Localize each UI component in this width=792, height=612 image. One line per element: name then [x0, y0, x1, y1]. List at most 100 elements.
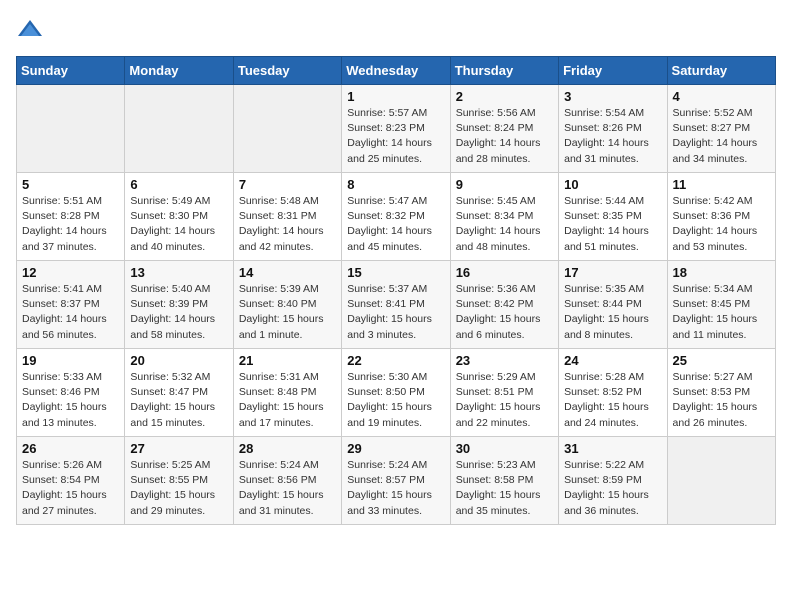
calendar-cell: 22Sunrise: 5:30 AM Sunset: 8:50 PM Dayli… [342, 349, 450, 437]
calendar-cell: 31 Sunrise: 5:22 AM Sunset: 8:59 PM Dayli… [559, 437, 667, 525]
day-info: Sunrise: 5:56 AM Sunset: 8:24 PM Dayligh… [456, 106, 553, 167]
day-number: 19 [22, 353, 119, 368]
calendar-week-4: 19Sunrise: 5:33 AM Sunset: 8:46 PM Dayli… [17, 349, 776, 437]
day-info: Sunrise: 5:22 AM Sunset: 8:59 PM Dayligh… [564, 458, 661, 519]
calendar-week-5: 26Sunrise: 5:26 AM Sunset: 8:54 PM Dayli… [17, 437, 776, 525]
calendar-week-1: 1 Sunrise: 5:57 AM Sunset: 8:23 PM Daylig… [17, 85, 776, 173]
calendar-cell: 18 Sunrise: 5:34 AM Sunset: 8:45 PM Dayli… [667, 261, 775, 349]
calendar-body: 1 Sunrise: 5:57 AM Sunset: 8:23 PM Daylig… [17, 85, 776, 525]
calendar-cell: 9Sunrise: 5:45 AM Sunset: 8:34 PM Daylig… [450, 173, 558, 261]
logo-icon [16, 16, 44, 44]
day-number: 1 [347, 89, 444, 104]
calendar-cell: 29Sunrise: 5:24 AM Sunset: 8:57 PM Dayli… [342, 437, 450, 525]
calendar-cell: 23 Sunrise: 5:29 AM Sunset: 8:51 PM Dayli… [450, 349, 558, 437]
day-number: 4 [673, 89, 770, 104]
calendar-header: SundayMondayTuesdayWednesdayThursdayFrid… [17, 57, 776, 85]
day-header-tuesday: Tuesday [233, 57, 341, 85]
day-info: Sunrise: 5:27 AM Sunset: 8:53 PM Dayligh… [673, 370, 770, 431]
day-number: 14 [239, 265, 336, 280]
calendar-cell: 27Sunrise: 5:25 AM Sunset: 8:55 PM Dayli… [125, 437, 233, 525]
day-header-friday: Friday [559, 57, 667, 85]
day-number: 25 [673, 353, 770, 368]
calendar-cell: 16Sunrise: 5:36 AM Sunset: 8:42 PM Dayli… [450, 261, 558, 349]
day-header-saturday: Saturday [667, 57, 775, 85]
calendar-cell: 11 Sunrise: 5:42 AM Sunset: 8:36 PM Dayli… [667, 173, 775, 261]
day-number: 15 [347, 265, 444, 280]
calendar-cell [125, 85, 233, 173]
calendar-cell [233, 85, 341, 173]
day-number: 28 [239, 441, 336, 456]
calendar-cell [17, 85, 125, 173]
day-number: 10 [564, 177, 661, 192]
calendar-cell: 6Sunrise: 5:49 AM Sunset: 8:30 PM Daylig… [125, 173, 233, 261]
day-number: 24 [564, 353, 661, 368]
calendar-table: SundayMondayTuesdayWednesdayThursdayFrid… [16, 56, 776, 525]
day-number: 2 [456, 89, 553, 104]
calendar-cell: 25 Sunrise: 5:27 AM Sunset: 8:53 PM Dayli… [667, 349, 775, 437]
days-of-week-row: SundayMondayTuesdayWednesdayThursdayFrid… [17, 57, 776, 85]
day-info: Sunrise: 5:31 AM Sunset: 8:48 PM Dayligh… [239, 370, 336, 431]
day-info: Sunrise: 5:25 AM Sunset: 8:55 PM Dayligh… [130, 458, 227, 519]
day-info: Sunrise: 5:40 AM Sunset: 8:39 PM Dayligh… [130, 282, 227, 343]
day-info: Sunrise: 5:29 AM Sunset: 8:51 PM Dayligh… [456, 370, 553, 431]
day-info: Sunrise: 5:47 AM Sunset: 8:32 PM Dayligh… [347, 194, 444, 255]
day-info: Sunrise: 5:57 AM Sunset: 8:23 PM Dayligh… [347, 106, 444, 167]
day-info: Sunrise: 5:42 AM Sunset: 8:36 PM Dayligh… [673, 194, 770, 255]
day-info: Sunrise: 5:24 AM Sunset: 8:57 PM Dayligh… [347, 458, 444, 519]
calendar-cell: 17 Sunrise: 5:35 AM Sunset: 8:44 PM Dayli… [559, 261, 667, 349]
day-header-sunday: Sunday [17, 57, 125, 85]
day-info: Sunrise: 5:52 AM Sunset: 8:27 PM Dayligh… [673, 106, 770, 167]
calendar-cell: 5 Sunrise: 5:51 AM Sunset: 8:28 PM Daylig… [17, 173, 125, 261]
day-info: Sunrise: 5:26 AM Sunset: 8:54 PM Dayligh… [22, 458, 119, 519]
day-number: 21 [239, 353, 336, 368]
day-info: Sunrise: 5:28 AM Sunset: 8:52 PM Dayligh… [564, 370, 661, 431]
calendar-cell: 28 Sunrise: 5:24 AM Sunset: 8:56 PM Dayli… [233, 437, 341, 525]
day-number: 8 [347, 177, 444, 192]
day-info: Sunrise: 5:23 AM Sunset: 8:58 PM Dayligh… [456, 458, 553, 519]
calendar-week-2: 5 Sunrise: 5:51 AM Sunset: 8:28 PM Daylig… [17, 173, 776, 261]
day-header-thursday: Thursday [450, 57, 558, 85]
day-header-wednesday: Wednesday [342, 57, 450, 85]
day-number: 22 [347, 353, 444, 368]
day-info: Sunrise: 5:51 AM Sunset: 8:28 PM Dayligh… [22, 194, 119, 255]
calendar-cell: 24 Sunrise: 5:28 AM Sunset: 8:52 PM Dayli… [559, 349, 667, 437]
calendar-cell: 26Sunrise: 5:26 AM Sunset: 8:54 PM Dayli… [17, 437, 125, 525]
day-header-monday: Monday [125, 57, 233, 85]
calendar-cell: 4 Sunrise: 5:52 AM Sunset: 8:27 PM Daylig… [667, 85, 775, 173]
calendar-cell: 21 Sunrise: 5:31 AM Sunset: 8:48 PM Dayli… [233, 349, 341, 437]
day-info: Sunrise: 5:44 AM Sunset: 8:35 PM Dayligh… [564, 194, 661, 255]
day-number: 23 [456, 353, 553, 368]
day-number: 3 [564, 89, 661, 104]
day-number: 20 [130, 353, 227, 368]
calendar-cell: 13 Sunrise: 5:40 AM Sunset: 8:39 PM Dayli… [125, 261, 233, 349]
day-number: 11 [673, 177, 770, 192]
day-number: 5 [22, 177, 119, 192]
calendar-cell: 3 Sunrise: 5:54 AM Sunset: 8:26 PM Daylig… [559, 85, 667, 173]
day-info: Sunrise: 5:39 AM Sunset: 8:40 PM Dayligh… [239, 282, 336, 343]
day-number: 13 [130, 265, 227, 280]
calendar-cell [667, 437, 775, 525]
calendar-week-3: 12Sunrise: 5:41 AM Sunset: 8:37 PM Dayli… [17, 261, 776, 349]
calendar-cell: 7Sunrise: 5:48 AM Sunset: 8:31 PM Daylig… [233, 173, 341, 261]
day-info: Sunrise: 5:48 AM Sunset: 8:31 PM Dayligh… [239, 194, 336, 255]
calendar-cell: 14 Sunrise: 5:39 AM Sunset: 8:40 PM Dayli… [233, 261, 341, 349]
logo [16, 16, 48, 44]
day-number: 31 [564, 441, 661, 456]
day-number: 30 [456, 441, 553, 456]
day-info: Sunrise: 5:54 AM Sunset: 8:26 PM Dayligh… [564, 106, 661, 167]
calendar-cell: 30 Sunrise: 5:23 AM Sunset: 8:58 PM Dayli… [450, 437, 558, 525]
day-number: 6 [130, 177, 227, 192]
calendar-cell: 8 Sunrise: 5:47 AM Sunset: 8:32 PM Daylig… [342, 173, 450, 261]
calendar-cell: 15Sunrise: 5:37 AM Sunset: 8:41 PM Dayli… [342, 261, 450, 349]
day-info: Sunrise: 5:24 AM Sunset: 8:56 PM Dayligh… [239, 458, 336, 519]
day-number: 12 [22, 265, 119, 280]
calendar-cell: 1 Sunrise: 5:57 AM Sunset: 8:23 PM Daylig… [342, 85, 450, 173]
day-info: Sunrise: 5:35 AM Sunset: 8:44 PM Dayligh… [564, 282, 661, 343]
day-number: 18 [673, 265, 770, 280]
page-header [16, 16, 776, 44]
calendar-cell: 19Sunrise: 5:33 AM Sunset: 8:46 PM Dayli… [17, 349, 125, 437]
day-number: 17 [564, 265, 661, 280]
day-info: Sunrise: 5:34 AM Sunset: 8:45 PM Dayligh… [673, 282, 770, 343]
calendar-cell: 10 Sunrise: 5:44 AM Sunset: 8:35 PM Dayli… [559, 173, 667, 261]
day-number: 9 [456, 177, 553, 192]
